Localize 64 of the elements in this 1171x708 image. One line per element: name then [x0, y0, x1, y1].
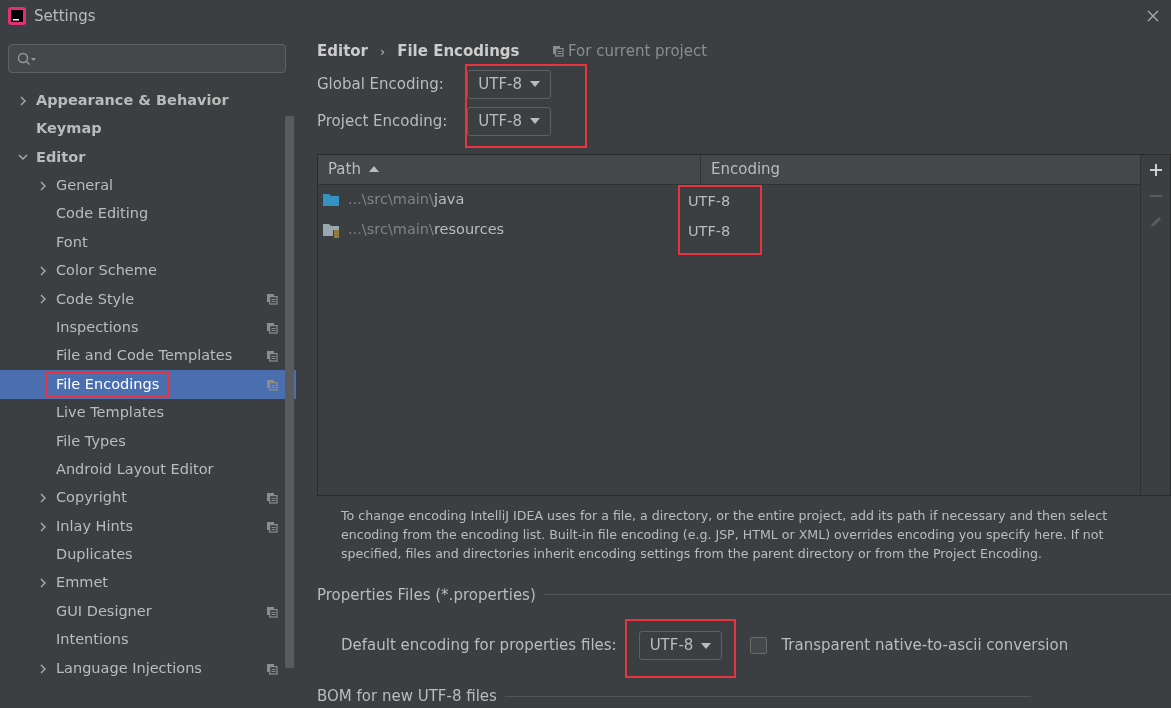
copy-icon	[266, 605, 278, 618]
folder-icon	[322, 191, 342, 208]
dropdown[interactable]: UTF-8	[467, 106, 551, 136]
sidebar-item[interactable]: Font	[0, 228, 296, 257]
table-cell-text: ...\src\main\java	[348, 189, 465, 209]
caret-icon	[530, 118, 540, 124]
dropdown[interactable]: UTF-8	[467, 69, 551, 99]
section-title: BOM for new UTF-8 files	[317, 686, 497, 707]
copy-icon	[266, 492, 278, 505]
sidebar-item[interactable]: File Types	[0, 427, 296, 456]
dropdown[interactable]: UTF-8	[638, 631, 723, 660]
sidebar-item[interactable]: Code Style	[0, 285, 296, 314]
help-text: To change encoding IntelliJ IDEA uses for a file, a directory, or the entire project, add its path if necessary and then select encoding from the encoding list. Built-in file encoding (e.g. JSP, HTML or XML) overrides encoding you specify here. If not specified, files and directories inherit encoding settings from the parent directory or from the Project Encoding.	[340, 506, 1109, 563]
field-label: Project Encoding:	[317, 110, 448, 132]
scrollbar[interactable]	[285, 116, 294, 668]
sidebar-item[interactable]: Appearance & Behavior	[0, 86, 296, 115]
sidebar-item[interactable]: Intentions	[0, 625, 296, 655]
sidebar-item[interactable]: General	[0, 171, 296, 201]
sidebar-item[interactable]: Color Scheme	[0, 256, 296, 286]
window-title: Settings	[34, 5, 96, 27]
table-cell-text: ...\src\main\resources	[348, 219, 505, 239]
copy-icon	[266, 662, 278, 675]
column-header[interactable]: Path	[318, 154, 700, 184]
breadcrumb-item[interactable]: Editor	[317, 40, 368, 63]
close-icon[interactable]	[1145, 9, 1160, 23]
resource-folder-icon	[322, 221, 342, 238]
sidebar-item[interactable]: Duplicates	[0, 540, 296, 570]
sidebar-item[interactable]: Live Templates	[0, 398, 296, 428]
search-field[interactable]	[8, 44, 286, 73]
table-cell-text: UTF-8	[688, 221, 731, 241]
sidebar-item[interactable]: Inlay Hints	[0, 512, 296, 541]
breadcrumb-item[interactable]: File Encodings	[397, 40, 520, 63]
table-cell-text: UTF-8	[688, 191, 731, 211]
checkbox[interactable]	[750, 637, 768, 654]
sidebar-item[interactable]: Emmet	[0, 569, 296, 598]
sort-arrow-icon	[368, 166, 379, 172]
copy-icon	[266, 350, 278, 363]
field-label: Default encoding for properties files:	[341, 635, 617, 657]
copy-icon	[266, 293, 278, 306]
sidebar-item[interactable]: Inspections	[0, 313, 296, 342]
sidebar-item[interactable]: Language Injections	[0, 654, 296, 683]
add-icon[interactable]	[1148, 162, 1163, 177]
sidebar-item[interactable]: Editor	[0, 143, 296, 172]
app-logo-icon	[8, 7, 26, 25]
caret-icon	[701, 642, 712, 649]
search-icon	[17, 51, 37, 66]
sidebar-item[interactable]: File and Code Templates	[0, 342, 296, 371]
breadcrumb-separator: ›	[380, 42, 386, 61]
sidebar-item[interactable]: Copyright	[0, 483, 296, 513]
section-title: Properties Files (*.properties)	[317, 584, 536, 606]
copy-icon	[266, 520, 278, 533]
copy-icon	[266, 378, 278, 391]
sidebar-item[interactable]: File Encodings	[0, 370, 296, 399]
sidebar-item[interactable]: Android Layout Editor	[0, 455, 296, 484]
sidebar-item[interactable]: Code Editing	[0, 200, 296, 229]
sidebar-item[interactable]: Keymap	[0, 114, 296, 144]
column-header[interactable]: Encoding	[700, 154, 1140, 184]
field-label: Global Encoding:	[317, 73, 445, 95]
copy-icon	[552, 45, 565, 58]
caret-icon	[530, 81, 540, 87]
copy-icon	[266, 321, 278, 334]
sidebar-item[interactable]: GUI Designer	[0, 597, 296, 626]
scope-label: For current project	[568, 41, 708, 62]
checkbox-label: Transparent native-to-ascii conversion	[781, 635, 1069, 657]
